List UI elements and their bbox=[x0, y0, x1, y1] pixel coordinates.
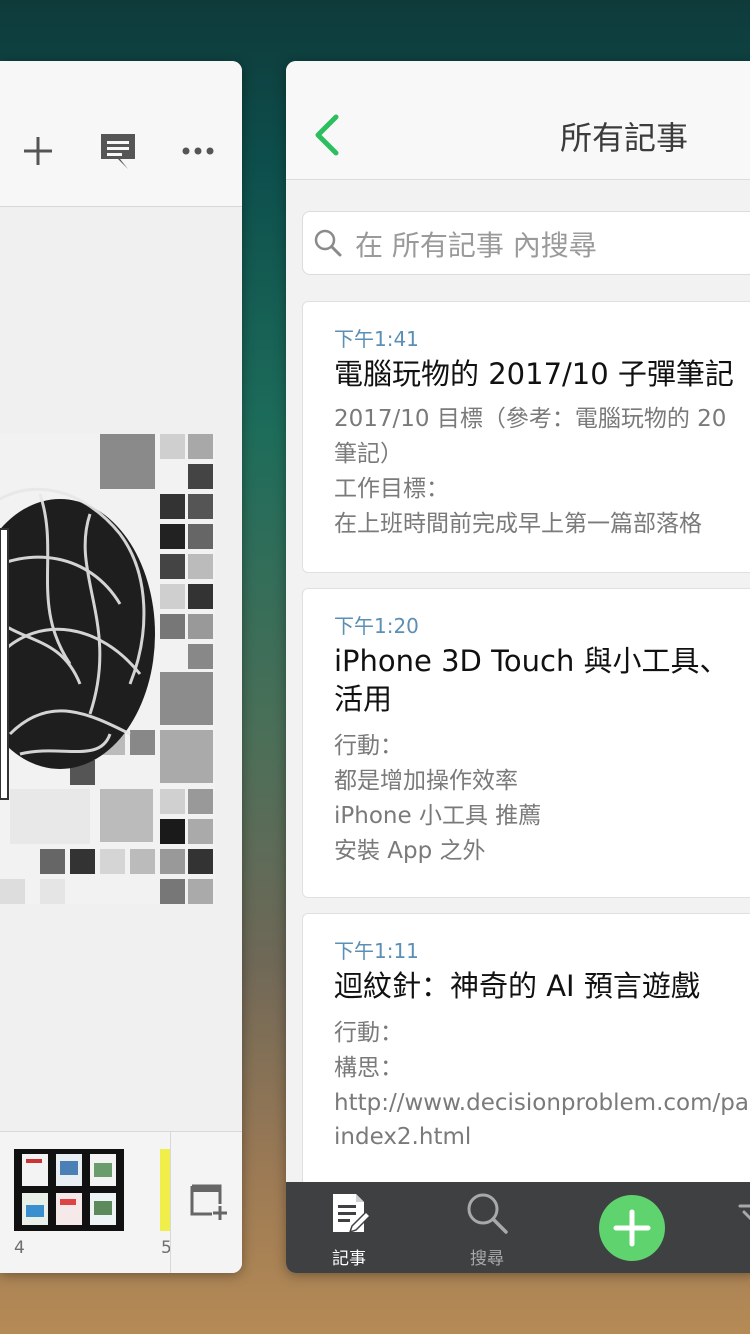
more-icon[interactable] bbox=[178, 131, 218, 171]
note-title: 活用 bbox=[334, 682, 393, 716]
note-snippet-line: 在上班時間前完成早上第一篇部落格 bbox=[334, 511, 702, 537]
divider bbox=[170, 1132, 171, 1273]
search-field[interactable]: 在 所有記事 內搜尋 bbox=[302, 211, 750, 275]
page-number-label: 4 bbox=[14, 1238, 25, 1258]
partial-tab-icon[interactable] bbox=[738, 1200, 750, 1246]
left-app-card[interactable]: 4 5 bbox=[0, 61, 242, 1273]
note-title: iPhone 3D Touch 與小工具、 bbox=[334, 644, 729, 678]
note-title: 迴紋針：神奇的 AI 預言遊戲 bbox=[334, 969, 700, 1003]
note-time: 下午1:11 bbox=[334, 939, 419, 963]
search-icon bbox=[464, 1190, 510, 1236]
tab-label: 記事 bbox=[332, 1249, 366, 1269]
add-page-icon[interactable] bbox=[186, 1182, 230, 1222]
note-time: 下午1:20 bbox=[334, 614, 419, 638]
plus-icon bbox=[613, 1209, 651, 1247]
note-snippet-line: http://www.decisionproblem.com/pa bbox=[334, 1090, 749, 1116]
navigation-bar: 所有記事 bbox=[286, 61, 750, 180]
page-thumbnails-bar: 4 5 bbox=[0, 1131, 242, 1273]
note-card[interactable]: 下午1:41 電腦玩物的 2017/10 子彈筆記 2017/10 目標（參考：… bbox=[302, 301, 750, 573]
note-snippet-line: 構思： bbox=[334, 1055, 403, 1081]
note-snippet-line: 都是增加操作效率 bbox=[334, 768, 518, 794]
comment-icon[interactable] bbox=[98, 131, 138, 171]
new-note-button[interactable] bbox=[599, 1195, 665, 1261]
note-snippet-line: 行動： bbox=[334, 733, 403, 759]
note-snippet-line: 筆記） bbox=[334, 441, 403, 467]
search-icon bbox=[313, 228, 343, 258]
tab-bar: 記事 搜尋 bbox=[286, 1182, 750, 1273]
note-snippet-line: 工作目標： bbox=[334, 476, 449, 502]
document-image-brain bbox=[0, 434, 215, 904]
page-thumbnail[interactable] bbox=[14, 1149, 124, 1231]
notes-icon bbox=[326, 1190, 372, 1236]
note-card[interactable]: 下午1:20 iPhone 3D Touch 與小工具、 活用 行動： 都是增加… bbox=[302, 588, 750, 898]
note-snippet-line: 2017/10 目標（參考：電腦玩物的 20 bbox=[334, 406, 727, 432]
note-time: 下午1:41 bbox=[334, 327, 419, 351]
note-title: 電腦玩物的 2017/10 子彈筆記 bbox=[334, 357, 734, 391]
plus-icon[interactable] bbox=[18, 131, 58, 171]
note-snippet-line: 行動： bbox=[334, 1020, 403, 1046]
evernote-app-card[interactable]: 所有記事 在 所有記事 內搜尋 下午1:41 電腦玩物的 2017/10 子彈筆… bbox=[286, 61, 750, 1273]
note-card[interactable]: 下午1:11 迴紋針：神奇的 AI 預言遊戲 行動： 構思： http://ww… bbox=[302, 913, 750, 1205]
tab-label: 搜尋 bbox=[470, 1249, 504, 1269]
back-chevron-icon[interactable] bbox=[310, 113, 342, 157]
note-snippet-line: iPhone 小工具 推薦 bbox=[334, 803, 542, 829]
note-snippet-line: index2.html bbox=[334, 1124, 472, 1150]
search-placeholder: 在 所有記事 內搜尋 bbox=[355, 229, 597, 262]
left-toolbar bbox=[0, 61, 242, 207]
note-snippet-line: 安裝 App 之外 bbox=[334, 838, 486, 864]
next-page-thumbnail[interactable] bbox=[160, 1149, 170, 1231]
page-title: 所有記事 bbox=[560, 119, 689, 157]
